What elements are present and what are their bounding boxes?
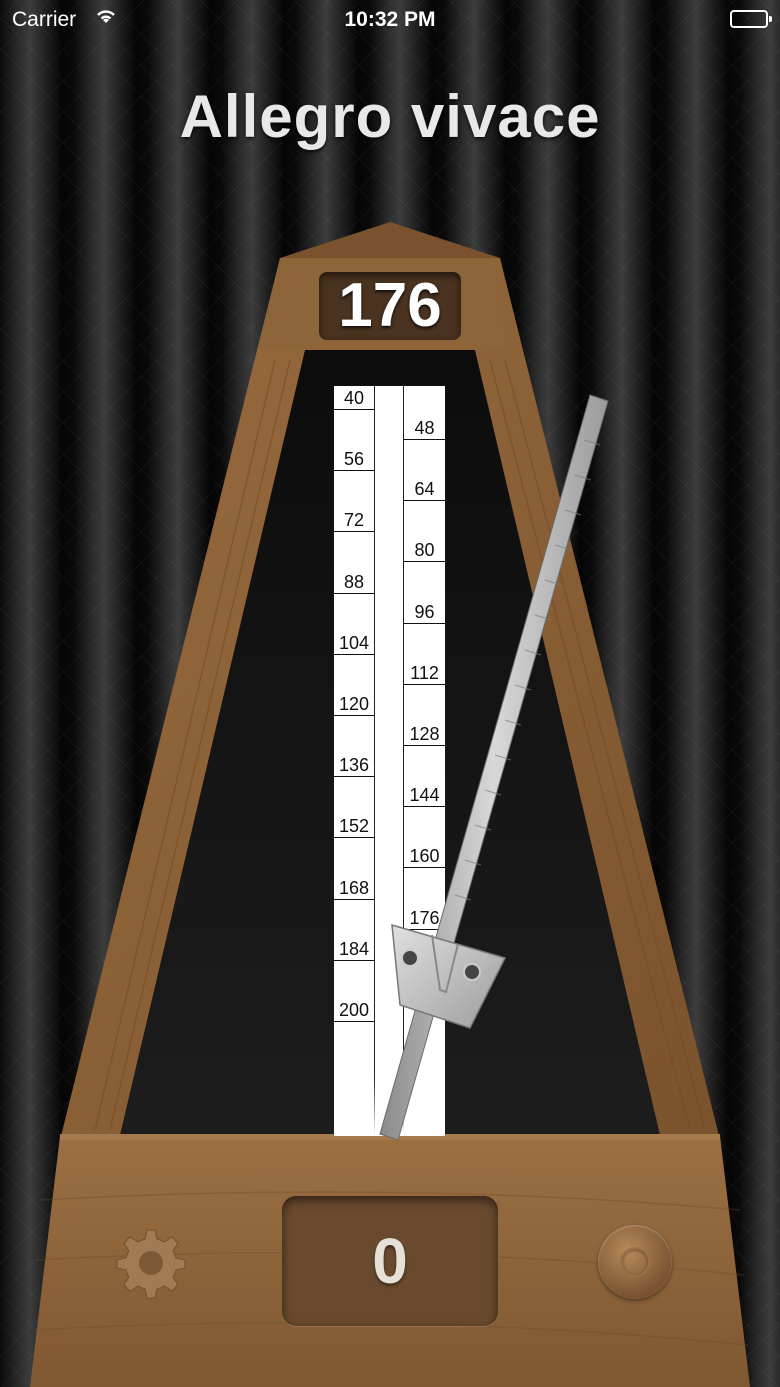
status-time: 10:32 PM [344, 8, 436, 31]
status-bar: Carrier 10:32 PM [0, 0, 780, 40]
pendulum[interactable] [0, 0, 780, 1387]
battery-full-icon [730, 10, 772, 28]
settings-button[interactable] [114, 1226, 188, 1300]
record-button-icon [620, 1247, 650, 1277]
beat-count-value: 0 [372, 1225, 408, 1297]
beat-counter[interactable]: 0 [282, 1196, 498, 1326]
record-button[interactable] [598, 1225, 672, 1299]
gear-icon [116, 1229, 186, 1299]
